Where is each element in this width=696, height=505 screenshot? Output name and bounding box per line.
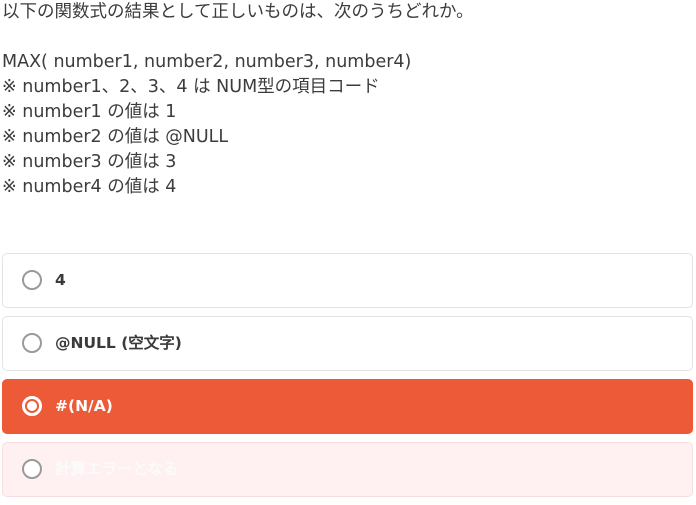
answer-option-2[interactable]: @NULL (空文字)	[2, 316, 693, 371]
question-text: 以下の関数式の結果として正しいものは、次のうちどれか。 MAX( number1…	[2, 0, 692, 200]
answer-option-1[interactable]: 4	[2, 253, 693, 308]
question-note: ※ number4 の値は 4	[2, 177, 177, 197]
question-note: ※ number2 の値は @NULL	[2, 127, 229, 147]
radio-button-icon[interactable]	[22, 333, 42, 353]
question-note: ※ number1 の値は 1	[2, 102, 177, 122]
answer-option-label: @NULL (空文字)	[55, 334, 182, 352]
question-note: ※ number3 の値は 3	[2, 152, 177, 172]
answer-option-3[interactable]: #(N/A)	[2, 379, 693, 434]
radio-button-icon[interactable]	[22, 459, 42, 479]
answer-option-label: 4	[55, 271, 66, 289]
answer-option-4[interactable]: 計算エラーとなる	[2, 442, 693, 497]
answer-options: 4 @NULL (空文字) #(N/A) 計算エラーとなる	[2, 253, 693, 505]
question-prompt: 以下の関数式の結果として正しいものは、次のうちどれか。	[2, 2, 474, 22]
radio-button-selected-icon[interactable]	[22, 396, 42, 416]
radio-button-icon[interactable]	[22, 270, 42, 290]
question-note: ※ number1、2、3、4 は NUM型の項目コード	[2, 77, 380, 97]
question-formula: MAX( number1, number2, number3, number4)	[2, 52, 412, 72]
answer-option-label: #(N/A)	[55, 397, 113, 415]
answer-option-label: 計算エラーとなる	[55, 460, 179, 478]
